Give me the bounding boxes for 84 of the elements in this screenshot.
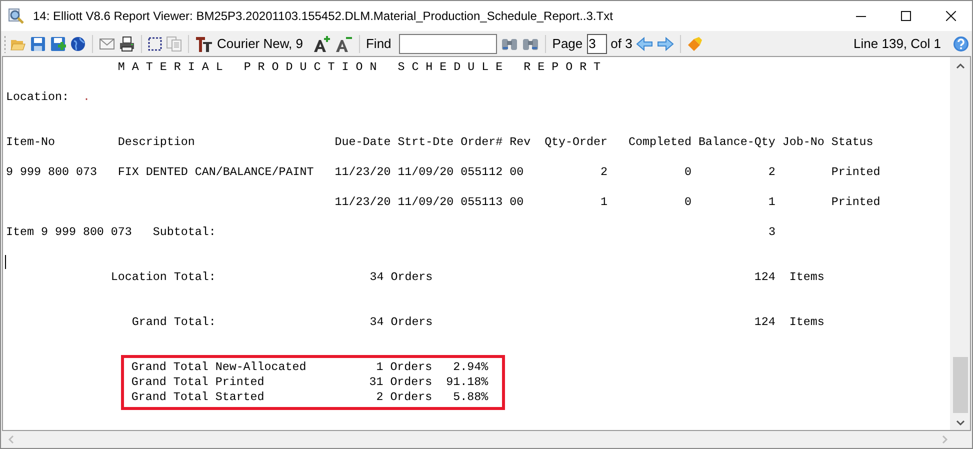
table-cell: 11/23/20 [334,165,391,180]
table-cell: 11/09/20 [398,165,454,180]
column-header: Rev [510,135,531,150]
items-label: Items [789,315,824,330]
orders-count: 1 [376,360,384,375]
page-count: of 3 [610,36,632,51]
orders-label: Orders [390,360,432,375]
save-plus-icon[interactable] [50,36,66,52]
vertical-scrollbar[interactable] [950,57,970,430]
orders-count: 31 [369,375,384,390]
items-count: 124 [754,315,776,330]
scroll-up-icon[interactable] [956,63,964,69]
table-cell: 00 [510,195,524,210]
orders-label: Orders [390,390,432,405]
scrollbar-thumb[interactable] [952,357,968,413]
orders-count: 34 [370,315,384,330]
find-field[interactable] [399,34,498,54]
total-label: Location Total: [110,270,216,285]
app-icon [8,8,24,24]
printer-icon[interactable] [119,36,135,52]
page-field[interactable]: 3 [586,34,607,54]
page-label: Page [552,36,583,51]
orders-label: Orders [390,270,433,285]
orders-label: Orders [390,375,432,390]
subtotal-value: 3 [768,225,776,240]
font-decrease-icon[interactable] [334,34,353,52]
report-title: M A T E R I A L P R O D U C T I O N S C H E D U L E R E P O R T [118,60,601,75]
column-header: Job-No [782,135,824,150]
subtotal-item: Item 9 999 800 073 [6,225,132,240]
orders-percent: 5.88% [453,390,488,405]
column-header: Completed [628,135,692,150]
column-header: Order# [460,135,503,150]
font-label[interactable]: Courier New, 9 [217,36,303,51]
text-cursor [5,255,6,269]
cursor-position: Line 139, Col 1 [854,36,941,51]
font-icon[interactable] [195,34,213,52]
table-cell: FIX DENTED CAN/BALANCE/PAINT [118,165,314,180]
column-header: Strt-Dte [398,135,454,150]
breakdown-label: Grand Total Started [131,390,264,405]
table-cell: 1 [600,195,608,210]
total-label: Grand Total: [132,315,216,330]
globe-icon[interactable] [70,36,86,52]
location-label: Location: [6,90,69,105]
table-cell: 2 [600,165,608,180]
column-header: Description [118,135,195,150]
table-cell: 0 [684,165,692,180]
table-cell: 11/09/20 [398,195,454,210]
table-cell: 055112 [460,165,503,180]
orders-percent: 91.18% [446,375,488,390]
orders-count: 34 [370,270,384,285]
breakdown-label: Grand Total New-Allocated [131,360,306,375]
orders-count: 2 [376,390,384,405]
subtotal-label: Subtotal: [152,225,216,240]
font-increase-icon[interactable] [312,34,331,52]
window-title: 14: Elliott V8.6 Report Viewer: BM25P3.20201103.155452.DLM.Material_Production_Schedule_Report..3.Txt [33,9,613,23]
table-cell: 0 [684,195,692,210]
breakdown-label: Grand Total Printed [131,375,264,390]
location-value: . [82,90,90,105]
help-icon[interactable] [953,36,969,52]
table-cell: 055113 [460,195,503,210]
orders-percent: 2.94% [453,360,488,375]
orders-label: Orders [390,315,433,330]
previous-page-icon[interactable] [636,36,654,52]
table-cell: Printed [831,195,880,210]
column-header: Qty-Order [544,135,608,150]
save-icon[interactable] [30,36,46,52]
maximize-icon[interactable] [901,11,911,21]
items-count: 124 [754,270,776,285]
find-label: Find [366,36,392,51]
table-cell: Printed [831,165,880,180]
column-header: Status [831,135,874,150]
next-page-icon[interactable] [657,36,674,52]
select-all-icon[interactable] [148,36,162,50]
column-header: Balance-Qty [698,135,776,150]
table-cell: 00 [510,165,524,180]
table-cell: 11/23/20 [334,195,391,210]
column-header: Due-Date [334,135,391,150]
table-cell: 2 [768,165,776,180]
scroll-down-icon[interactable] [956,420,964,426]
close-icon[interactable] [946,11,956,21]
items-label: Items [789,270,824,285]
table-cell: 1 [768,195,776,210]
table-cell: 9 999 800 073 [6,165,97,180]
column-header: Item-No [6,135,55,150]
